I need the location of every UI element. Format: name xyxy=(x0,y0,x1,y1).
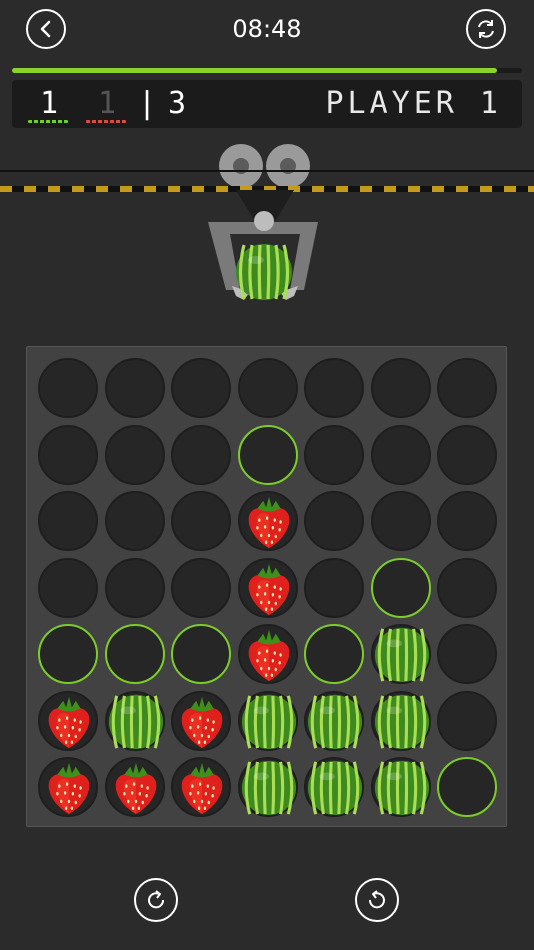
watermelon-icon xyxy=(241,760,296,816)
board-cell-empty[interactable] xyxy=(104,491,165,551)
board-cell-empty[interactable] xyxy=(171,491,231,551)
gear-right-icon xyxy=(266,144,310,188)
strawberry-icon xyxy=(248,563,289,615)
board-cell-empty[interactable] xyxy=(38,424,98,485)
strawberry-icon xyxy=(115,762,156,815)
board-cell-watermelon[interactable] xyxy=(104,690,165,751)
redo-button[interactable] xyxy=(134,878,178,922)
watermelon-icon xyxy=(374,694,429,749)
strawberry-icon xyxy=(48,696,90,748)
board-cell-watermelon[interactable] xyxy=(237,690,298,751)
board-cell-empty[interactable] xyxy=(104,424,165,485)
gear-left-icon xyxy=(219,144,263,188)
board-cell-empty[interactable] xyxy=(171,424,231,485)
watermelon-icon xyxy=(307,760,363,816)
board-cell-empty[interactable] xyxy=(38,491,98,551)
board-cell-strawberry[interactable] xyxy=(171,690,231,751)
board-cell-empty[interactable] xyxy=(38,358,98,418)
board-cell-watermelon[interactable] xyxy=(304,690,364,751)
board-cell-strawberry[interactable] xyxy=(171,757,231,817)
watermelon-icon xyxy=(374,627,429,683)
player1-score: 1 xyxy=(40,86,61,121)
board-cell-strawberry[interactable] xyxy=(104,757,165,817)
board-cell-empty[interactable] xyxy=(437,557,497,618)
player2-indicator xyxy=(86,120,126,123)
game-board xyxy=(26,346,507,827)
board-cell-highlighted[interactable] xyxy=(304,624,364,684)
score-panel: 1 1 | 3 PLAYER 1 xyxy=(12,80,522,128)
time-progress-bar xyxy=(12,68,522,73)
board-cell-highlighted[interactable] xyxy=(370,557,431,618)
board-cell-empty[interactable] xyxy=(437,358,497,418)
board-cell-watermelon[interactable] xyxy=(370,757,431,817)
time-progress-fill xyxy=(12,68,497,73)
claw-dropper[interactable] xyxy=(206,190,324,310)
board-cell-empty[interactable] xyxy=(437,424,497,485)
undo-button[interactable] xyxy=(355,878,399,922)
watermelon-icon xyxy=(374,760,429,816)
round-number: 3 xyxy=(168,86,189,121)
board-cell-watermelon[interactable] xyxy=(370,624,431,684)
watermelon-icon xyxy=(108,694,163,749)
board-cell-empty[interactable] xyxy=(104,358,165,418)
strawberry-icon xyxy=(248,496,289,549)
refresh-icon xyxy=(478,20,494,38)
strawberry-icon xyxy=(48,762,90,815)
board-cell-strawberry[interactable] xyxy=(38,690,98,751)
board-cell-empty[interactable] xyxy=(171,557,231,618)
strawberry-icon xyxy=(181,762,223,815)
board-cell-watermelon[interactable] xyxy=(237,757,298,817)
board-cell-highlighted[interactable] xyxy=(171,624,231,684)
board-cell-highlighted[interactable] xyxy=(237,424,298,485)
rail xyxy=(0,170,534,172)
board-cell-empty[interactable] xyxy=(104,557,165,618)
board-cell-empty[interactable] xyxy=(237,358,298,418)
board-cell-empty[interactable] xyxy=(304,557,364,618)
board-cell-watermelon[interactable] xyxy=(304,757,364,817)
board-cell-empty[interactable] xyxy=(171,358,231,418)
strawberry-icon xyxy=(248,629,289,682)
board-cell-empty[interactable] xyxy=(437,624,497,684)
board-cell-empty[interactable] xyxy=(437,690,497,751)
board-cell-strawberry[interactable] xyxy=(237,624,298,684)
game-timer: 08:48 xyxy=(232,15,302,43)
player2-score: 1 xyxy=(98,86,119,121)
board-cell-empty[interactable] xyxy=(370,491,431,551)
board-cell-empty[interactable] xyxy=(38,557,98,618)
board-cell-empty[interactable] xyxy=(304,491,364,551)
board-cell-strawberry[interactable] xyxy=(237,491,298,551)
board-cell-highlighted[interactable] xyxy=(437,757,497,817)
board-cell-empty[interactable] xyxy=(370,358,431,418)
board-cell-watermelon[interactable] xyxy=(370,690,431,751)
rotate-clockwise-icon xyxy=(148,890,165,909)
board-cell-strawberry[interactable] xyxy=(38,757,98,817)
strawberry-icon xyxy=(181,696,223,748)
score-separator: | xyxy=(138,86,159,121)
watermelon-icon xyxy=(241,694,296,749)
board-cell-highlighted[interactable] xyxy=(104,624,165,684)
restart-button[interactable] xyxy=(466,9,506,49)
claw-held-watermelon-icon xyxy=(234,242,294,306)
rotate-counterclockwise-icon xyxy=(368,890,385,909)
board-cell-empty[interactable] xyxy=(304,358,364,418)
board-cell-empty[interactable] xyxy=(370,424,431,485)
board-cell-empty[interactable] xyxy=(437,491,497,551)
board-cell-strawberry[interactable] xyxy=(237,557,298,618)
board-cell-empty[interactable] xyxy=(304,424,364,485)
watermelon-icon xyxy=(307,694,363,749)
current-player-label: PLAYER 1 xyxy=(325,86,502,121)
player1-indicator xyxy=(28,120,68,123)
board-cell-highlighted[interactable] xyxy=(38,624,98,684)
